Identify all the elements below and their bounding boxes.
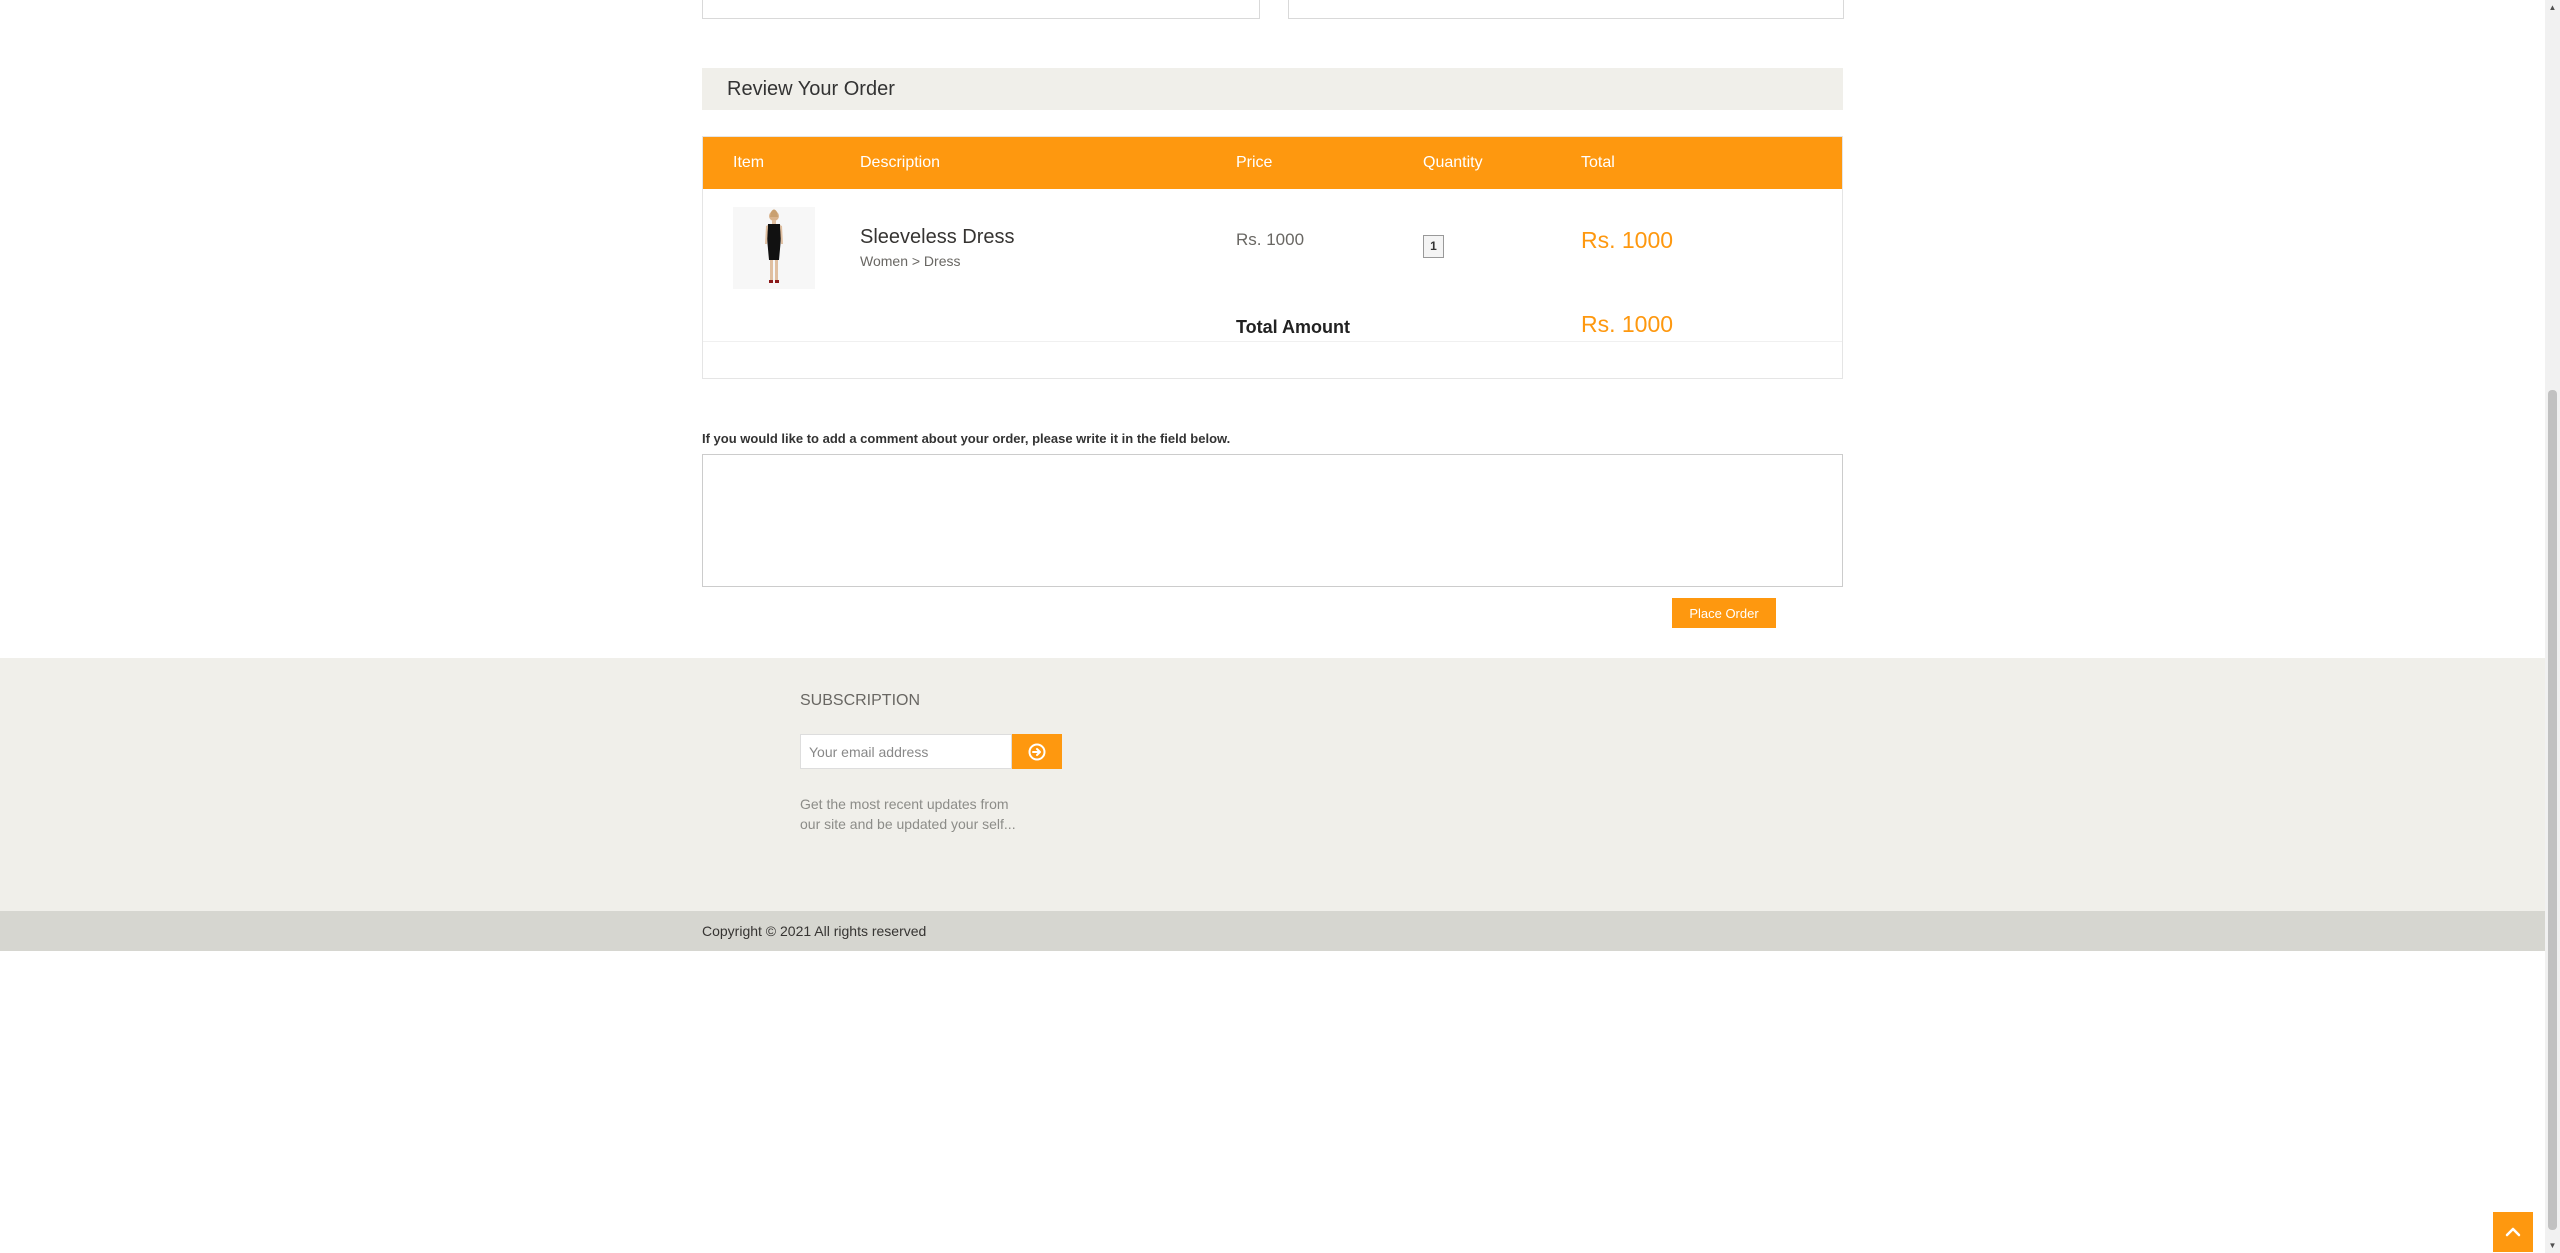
comment-textarea[interactable] (702, 454, 1843, 587)
product-name[interactable]: Sleeveless Dress (860, 226, 1015, 249)
column-quantity: Quantity (1423, 154, 1483, 171)
copyright-text: Copyright © 2021 All rights reserved (702, 923, 927, 939)
product-image[interactable] (733, 207, 815, 289)
email-input[interactable] (800, 734, 1012, 769)
subscription-title: SUBSCRIPTION (800, 692, 921, 709)
product-total: Rs. 1000 (1581, 227, 1674, 253)
shipping-box (1288, 0, 1844, 19)
product-category: Women > Dress (860, 253, 961, 269)
review-order-heading: Review Your Order (702, 68, 1843, 110)
total-amount-value: Rs. 1000 (1581, 311, 1674, 337)
scroll-up-arrow-icon[interactable]: ▲ (2545, 0, 2560, 15)
total-amount-label: Total Amount (1236, 317, 1350, 337)
place-order-button[interactable]: Place Order (1672, 598, 1776, 628)
chevron-up-icon (2505, 1227, 2521, 1237)
arrow-circle-right-icon (1028, 743, 1046, 760)
billing-box (702, 0, 1260, 19)
cart-table-header: Item Description Price Quantity Total (703, 137, 1842, 189)
column-description: Description (860, 154, 941, 171)
scrollbar-thumb[interactable] (2548, 390, 2557, 1230)
subscribe-button[interactable] (1012, 734, 1062, 769)
dress-thumbnail (765, 209, 783, 283)
scroll-to-top-button[interactable] (2493, 1212, 2533, 1252)
footer-bottom: Copyright © 2021 All rights reserved (0, 911, 2545, 951)
column-total: Total (1581, 154, 1615, 171)
vertical-scrollbar[interactable]: ▲ ▼ (2545, 0, 2560, 1253)
subscription-description: Get the most recent updates from our sit… (800, 796, 1016, 832)
comment-label: If you would like to add a comment about… (702, 431, 1231, 446)
product-price: Rs. 1000 (1236, 230, 1305, 249)
quantity-input[interactable]: 1 (1423, 235, 1444, 258)
cart-table: Item Description Price Quantity Total Sl… (702, 136, 1843, 379)
scroll-down-arrow-icon[interactable]: ▼ (2545, 1238, 2560, 1253)
column-price: Price (1236, 154, 1273, 171)
column-item: Item (733, 154, 765, 171)
footer-widget: SUBSCRIPTION Get the most recent updates… (0, 658, 2545, 911)
